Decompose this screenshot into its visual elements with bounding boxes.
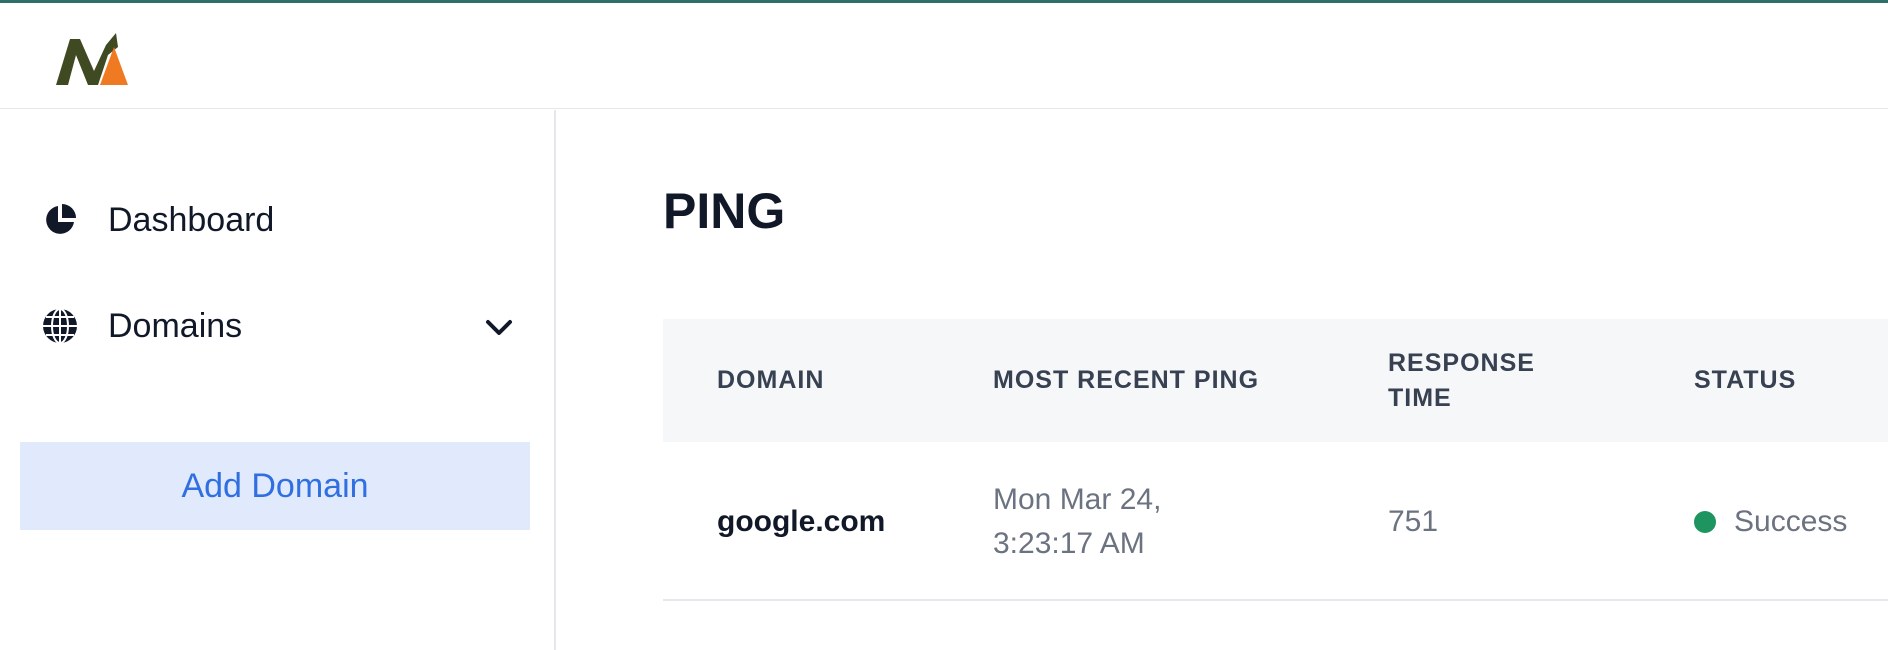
column-header-domain[interactable]: DOMAIN <box>717 319 824 442</box>
ping-time: 3:23:17 AM <box>993 526 1145 560</box>
ping-table: DOMAIN MOST RECENT PING RESPONSE TIME ST… <box>663 319 1888 601</box>
pie-chart-icon <box>40 200 80 240</box>
ping-date: Mon Mar 24, <box>993 482 1162 516</box>
sidebar-item-dashboard[interactable]: Dashboard <box>40 190 520 250</box>
sidebar: Dashboard Domains Add Domain <box>0 110 556 650</box>
table-row[interactable]: google.com Mon Mar 24, 3:23:17 AM 751 Su… <box>663 442 1888 601</box>
sidebar-item-label: Domains <box>108 306 243 345</box>
status-cell: Success <box>1694 442 1847 601</box>
status-dot-icon <box>1694 510 1716 533</box>
chevron-down-icon[interactable] <box>484 312 514 342</box>
sidebar-item-label: Dashboard <box>108 200 275 239</box>
table-header: DOMAIN MOST RECENT PING RESPONSE TIME ST… <box>663 319 1888 442</box>
brand-logo[interactable] <box>56 29 144 87</box>
domain-cell[interactable]: google.com <box>717 442 885 601</box>
main-content: PING DOMAIN MOST RECENT PING RESPONSE TI… <box>558 110 1888 650</box>
status-badge: Success <box>1734 504 1848 538</box>
globe-icon <box>40 306 80 346</box>
page-title: PING <box>663 183 786 239</box>
add-domain-button[interactable]: Add Domain <box>20 442 530 530</box>
column-header-status[interactable]: STATUS <box>1694 319 1796 442</box>
most-recent-ping-cell: Mon Mar 24, 3:23:17 AM <box>993 442 1161 601</box>
top-header <box>0 3 1888 109</box>
column-header-most-recent-ping[interactable]: MOST RECENT PING <box>993 319 1259 442</box>
sidebar-item-domains[interactable]: Domains <box>40 296 520 356</box>
response-time-cell: 751 <box>1388 504 1439 538</box>
column-header-response-time[interactable]: RESPONSE TIME <box>1388 319 1578 442</box>
